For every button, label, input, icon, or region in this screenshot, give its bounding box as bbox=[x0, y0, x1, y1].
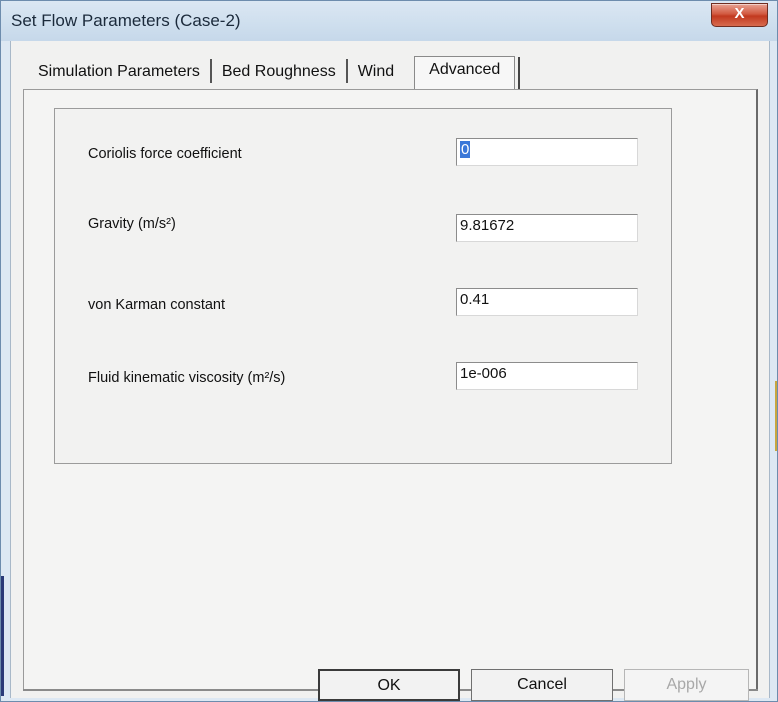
von-karman-input[interactable]: 0.41 bbox=[456, 288, 638, 316]
viscosity-label: Fluid kinematic viscosity (m²/s) bbox=[88, 370, 286, 386]
viscosity-input[interactable]: 1e-006 bbox=[456, 362, 638, 390]
coriolis-input[interactable]: 0 bbox=[456, 138, 638, 166]
title-bar[interactable]: Set Flow Parameters (Case-2) X bbox=[1, 1, 777, 41]
ok-button-label: OK bbox=[377, 677, 401, 694]
window-title: Set Flow Parameters (Case-2) bbox=[11, 11, 241, 30]
gravity-value: 9.81672 bbox=[460, 217, 515, 234]
tab-wind[interactable]: Wind bbox=[348, 63, 404, 89]
gravity-input[interactable]: 9.81672 bbox=[456, 214, 638, 242]
background-window-edge bbox=[1, 576, 4, 696]
dialog-window: Set Flow Parameters (Case-2) X Simulatio… bbox=[0, 0, 778, 702]
coriolis-value: 0 bbox=[460, 141, 471, 158]
gravity-label: Gravity (m/s²) bbox=[88, 216, 176, 232]
apply-button[interactable]: Apply bbox=[624, 669, 749, 701]
tab-bed-roughness[interactable]: Bed Roughness bbox=[212, 63, 346, 89]
ok-button[interactable]: OK bbox=[318, 669, 460, 701]
tab-label: Advanced bbox=[429, 61, 501, 78]
cancel-button[interactable]: Cancel bbox=[471, 669, 613, 701]
von-karman-label: von Karman constant bbox=[88, 297, 226, 313]
tab-label: Simulation Parameters bbox=[38, 63, 200, 80]
close-icon: X bbox=[734, 5, 745, 22]
tab-strip: Simulation Parameters Bed Roughness Wind… bbox=[28, 55, 521, 89]
tab-advanced[interactable]: Advanced bbox=[414, 56, 521, 89]
cancel-button-label: Cancel bbox=[517, 676, 567, 693]
close-button[interactable]: X bbox=[711, 3, 768, 27]
tab-simulation-parameters[interactable]: Simulation Parameters bbox=[28, 63, 210, 89]
tab-label: Wind bbox=[357, 63, 395, 80]
viscosity-value: 1e-006 bbox=[460, 365, 507, 382]
coriolis-label: Coriolis force coefficient bbox=[88, 146, 242, 162]
apply-button-label: Apply bbox=[666, 676, 707, 693]
background-window-edge-right bbox=[775, 381, 777, 451]
von-karman-value: 0.41 bbox=[460, 291, 490, 308]
tab-label: Bed Roughness bbox=[221, 63, 336, 80]
